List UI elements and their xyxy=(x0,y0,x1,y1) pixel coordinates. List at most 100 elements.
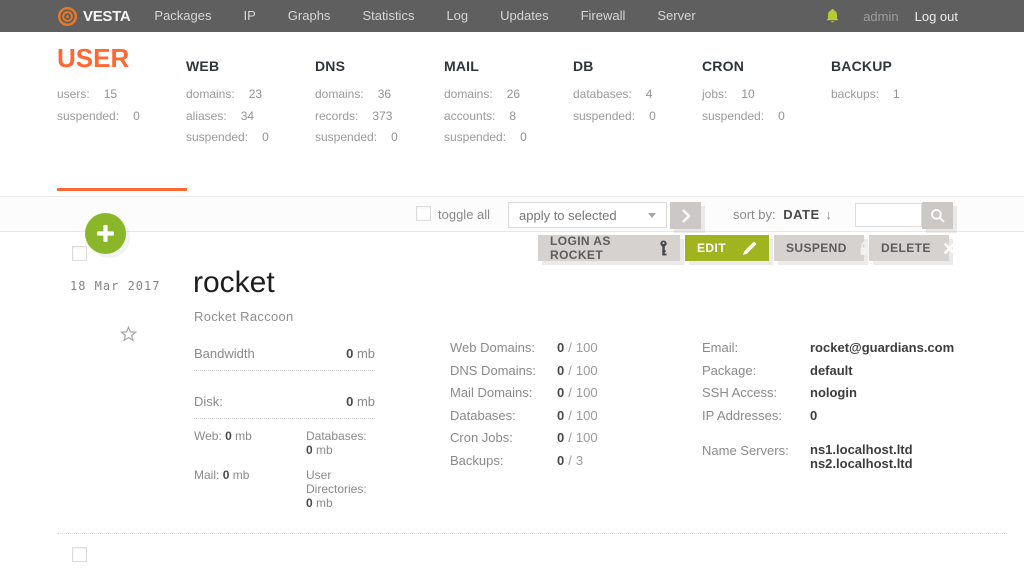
limits-column: Web Domains: 0/100 DNS Domains: 0/100 Mail… xyxy=(450,340,650,475)
stat-label: domains: xyxy=(186,87,235,101)
row-select-checkbox[interactable] xyxy=(72,246,87,261)
stat-label: suspended: xyxy=(444,130,507,144)
name-servers-values: ns1.localhost.ltd ns2.localhost.ltd xyxy=(810,443,913,470)
suspend-user-button[interactable]: SUSPEND xyxy=(774,235,870,261)
stat-col-cron: CRON jobs: 10 suspended: 0 xyxy=(702,32,831,152)
stat-label: records: xyxy=(315,108,359,123)
stat-label: accounts: xyxy=(444,108,496,123)
favorite-star-icon[interactable] xyxy=(119,325,138,347)
close-icon xyxy=(943,242,956,255)
usage-column: Bandwidth 0 mb Disk: 0 mb Web: 0 mb Data… xyxy=(194,340,375,510)
user-login-link[interactable]: rocket xyxy=(193,266,275,300)
tab-web[interactable]: WEB xyxy=(186,32,315,74)
list-toolbar: toggle all apply to selected sort by: DA… xyxy=(0,196,1024,232)
stat-value: 10 xyxy=(741,87,755,101)
plus-icon xyxy=(96,224,115,243)
login-as-user-button[interactable]: LOGIN AS ROCKET xyxy=(538,234,680,262)
disk-breakdown-mail: Mail: 0 mb xyxy=(194,468,250,482)
stat-col-dns: DNS domains: 36 records: 373 suspended: 0 xyxy=(315,32,444,152)
bulk-action-select[interactable]: apply to selected xyxy=(508,202,667,228)
tab-db[interactable]: DB xyxy=(573,32,702,74)
tab-cron[interactable]: CRON xyxy=(702,32,831,74)
add-user-button[interactable] xyxy=(85,213,126,254)
stat-row: suspended: 0 xyxy=(573,109,702,123)
stat-label: suspended: xyxy=(186,130,249,144)
stat-row: domains: 36 xyxy=(315,87,444,101)
stat-label: domains: xyxy=(444,87,493,101)
row-divider xyxy=(57,533,1007,534)
stat-label: suspended: xyxy=(57,108,120,123)
nav-item-server[interactable]: Server xyxy=(641,0,711,32)
limit-row-web-domains: Web Domains: 0/100 xyxy=(450,340,598,355)
toggle-all-checkbox[interactable] xyxy=(416,206,431,221)
login-as-label: LOGIN AS ROCKET xyxy=(550,234,611,262)
notifications-bell-icon[interactable] xyxy=(826,8,839,24)
limit-row-backups: Backups: 0/3 xyxy=(450,452,584,468)
limit-row-databases: Databases: 0/100 xyxy=(450,407,598,423)
logout-link[interactable]: Log out xyxy=(915,9,958,24)
stat-row: accounts: 8 xyxy=(444,109,573,123)
stat-value: 36 xyxy=(377,87,392,101)
vesta-logo-icon xyxy=(57,6,78,27)
limit-row-cron-jobs: Cron Jobs: 0/100 xyxy=(450,430,598,445)
current-user-link[interactable]: admin xyxy=(863,9,898,24)
stat-value: 8 xyxy=(509,108,517,123)
toggle-all-label: toggle all xyxy=(438,207,491,222)
disk-label: Disk: xyxy=(194,394,223,409)
stat-row: aliases: 34 xyxy=(186,109,315,123)
suspend-label: SUSPEND xyxy=(786,241,847,255)
nav-item-ip[interactable]: IP xyxy=(228,0,272,32)
top-navbar: VESTA Packages IP Graphs Statistics Log … xyxy=(0,0,1024,32)
stat-value: 4 xyxy=(645,87,653,101)
tab-user[interactable]: USER xyxy=(57,32,186,74)
stat-value: 0 xyxy=(649,108,656,123)
stat-col-db: DB databases: 4 suspended: 0 xyxy=(573,32,702,152)
nav-right-cluster: admin Log out xyxy=(826,0,958,32)
key-icon xyxy=(659,240,668,257)
search-button[interactable] xyxy=(922,202,953,229)
bulk-action-selected-value: apply to selected xyxy=(519,207,617,223)
stat-row: suspended: 0 xyxy=(186,130,315,144)
nav-item-firewall[interactable]: Firewall xyxy=(565,0,642,32)
stat-row: records: 373 xyxy=(315,109,444,123)
stat-label: domains: xyxy=(315,87,364,101)
sort-field-button[interactable]: DATE xyxy=(783,207,819,222)
stat-label: users: xyxy=(57,87,90,101)
nav-item-log[interactable]: Log xyxy=(430,0,484,32)
disk-value: 0 mb xyxy=(346,394,375,409)
disk-row: Disk: 0 mb xyxy=(194,388,375,419)
stat-row: jobs: 10 xyxy=(702,87,831,101)
info-row-package: Package: default xyxy=(702,362,853,378)
nav-item-packages[interactable]: Packages xyxy=(138,0,227,32)
edit-user-button[interactable]: EDIT xyxy=(685,235,769,261)
stat-row: suspended: 0 xyxy=(57,109,186,123)
stat-label: jobs: xyxy=(702,87,728,101)
tab-backup[interactable]: BACKUP xyxy=(831,32,960,74)
nav-item-graphs[interactable]: Graphs xyxy=(272,0,347,32)
stat-label: suspended: xyxy=(702,108,765,123)
next-row-select-checkbox[interactable] xyxy=(72,547,87,562)
bandwidth-label: Bandwidth xyxy=(194,346,255,361)
nav-item-updates[interactable]: Updates xyxy=(484,0,564,32)
stat-row: suspended: 0 xyxy=(444,130,573,144)
tab-dns[interactable]: DNS xyxy=(315,32,444,74)
stat-value: 15 xyxy=(103,87,118,101)
tab-mail[interactable]: MAIL xyxy=(444,32,573,74)
stat-value: 34 xyxy=(240,108,255,123)
stat-value: 0 xyxy=(520,130,527,144)
stats-header: USER users: 15 suspended: 0 WEB domains: 23… xyxy=(57,32,960,152)
user-full-name: Rocket Raccoon xyxy=(194,309,294,324)
stat-label: suspended: xyxy=(573,108,636,123)
sort-direction-arrow[interactable]: ↓ xyxy=(825,207,832,222)
stat-value: 0 xyxy=(262,130,269,144)
search-input[interactable] xyxy=(855,203,922,227)
bulk-action-go-button[interactable] xyxy=(670,202,701,229)
vesta-logo[interactable]: VESTA xyxy=(57,6,131,27)
info-row-ip-addresses: IP Addresses: 0 xyxy=(702,407,818,423)
disk-breakdown-web: Web: 0 mb xyxy=(194,429,252,443)
sort-by: sort by: DATE ↓ xyxy=(733,207,832,222)
stat-value: 0 xyxy=(133,108,140,123)
pencil-icon xyxy=(743,241,757,255)
nav-item-statistics[interactable]: Statistics xyxy=(346,0,430,32)
delete-user-button[interactable]: DELETE xyxy=(869,235,956,261)
